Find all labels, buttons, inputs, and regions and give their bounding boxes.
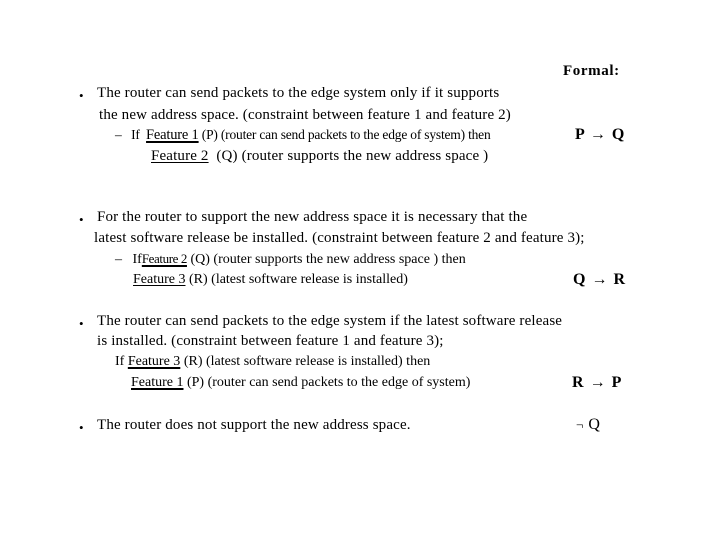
formal-expression: ¬ Q [576, 416, 600, 434]
if-prefix: If [115, 354, 125, 369]
formal-expression: P → Q [575, 126, 625, 144]
bullet: • [79, 420, 84, 435]
formal-expression: Q → R [573, 271, 626, 289]
bullet: • [79, 212, 84, 227]
formal-right: Q [588, 416, 601, 433]
if-feature-link: Feature 1 [146, 127, 199, 143]
statement-line-2: is installed. (constraint between featur… [97, 333, 444, 349]
statement-line-1: The router does not support the new addr… [97, 417, 411, 433]
bullet: • [79, 316, 84, 331]
formal-right: Q [611, 126, 625, 143]
if-symbol: (Q) [190, 252, 210, 267]
dash: – [115, 252, 122, 267]
formal-left: Q [573, 271, 586, 288]
dash: – [115, 127, 122, 142]
then-description: (router can send packets to the edge of … [207, 375, 471, 390]
statement-line-1: The router can send packets to the edge … [97, 313, 563, 329]
then-description: (router supports the new address space ) [241, 148, 489, 164]
implies-arrow-icon: → [589, 126, 607, 143]
formal-header: Formal: [563, 63, 620, 79]
then-clause: Feature 2 (Q) (router supports the new a… [151, 148, 488, 165]
formal-left: R [572, 374, 585, 391]
statement-line-2: latest software release be installed. (c… [94, 230, 585, 246]
if-feature-link: Feature 2 [141, 251, 188, 266]
implies-arrow-icon: → [589, 374, 607, 391]
if-description: (router can send packets to the edge of … [220, 127, 491, 142]
if-feature-link: Feature 3 [127, 354, 181, 369]
if-prefix: If [132, 252, 142, 267]
if-description: (latest software release is installed) t… [205, 354, 431, 369]
then-description: (latest software release is installed) [211, 272, 408, 287]
formal-right: P [611, 374, 622, 391]
formal-right: R [613, 271, 626, 288]
statement-line-1: For the router to support the new addres… [97, 209, 528, 225]
then-feature-link: Feature 3 [133, 272, 186, 287]
then-symbol: (Q) [216, 148, 238, 164]
then-clause: Feature 3 (R) (latest software release i… [133, 272, 408, 288]
if-description: (router supports the new address space )… [213, 252, 466, 267]
implies-arrow-icon: → [591, 271, 608, 288]
if-symbol: (P) [201, 127, 218, 142]
then-symbol: (P) [186, 375, 205, 390]
formal-expression: R → P [572, 374, 622, 392]
formal-left: P [575, 126, 585, 143]
statement-line-2: the new address space. (constraint betwe… [99, 107, 511, 123]
if-clause: If Feature 3 (R) (latest software releas… [115, 354, 430, 370]
then-feature-link: Feature 1 [131, 375, 184, 390]
statement-line-1: The router can send packets to the edge … [97, 85, 500, 101]
then-feature-link: Feature 2 [151, 148, 209, 164]
if-clause: – IfFeature 2 (Q) (router supports the n… [115, 251, 466, 268]
bullet: • [79, 88, 84, 103]
negation-icon: ¬ [576, 417, 584, 432]
if-symbol: (R) [183, 354, 203, 369]
if-clause: – If Feature 1 (P) (router can send pack… [115, 127, 491, 144]
then-symbol: (R) [188, 272, 208, 287]
then-clause: Feature 1 (P) (router can send packets t… [131, 375, 470, 391]
if-prefix: If [131, 127, 140, 142]
